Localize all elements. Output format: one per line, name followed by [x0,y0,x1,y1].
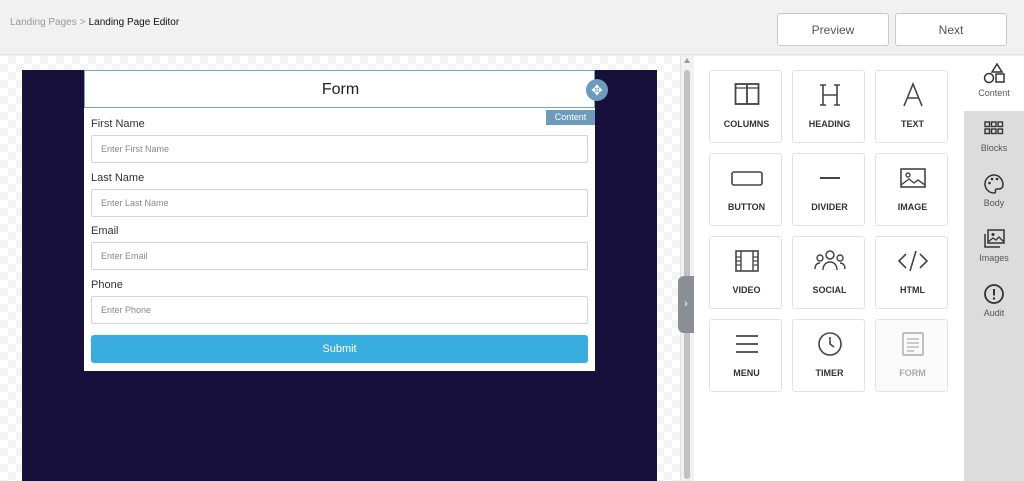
email-field[interactable] [91,242,588,270]
form-icon [876,331,949,357]
tool-text-label: TEXT [900,119,924,129]
form-block[interactable]: Form [84,70,595,371]
breadcrumb-separator: > [79,17,86,28]
move-arrows-icon[interactable]: ✥ [586,79,608,101]
button-icon [710,165,783,191]
tab-images-label: Images [979,253,1009,263]
preview-button[interactable]: Preview [777,13,889,46]
tab-blocks-label: Blocks [980,143,1008,153]
image-icon [876,165,949,191]
last-name-field[interactable] [91,189,588,217]
timer-icon [793,331,866,357]
side-tabs: Content Blocks Body Images Audit [964,56,1024,481]
tools-panel: COLUMNS HEADING TEXT BUTTON DIVIDER IMAG… [694,56,964,481]
menu-icon [710,331,783,357]
tool-image[interactable]: IMAGE [875,153,948,226]
canvas-scrollbar[interactable] [680,56,693,481]
scroll-up-icon[interactable] [684,58,690,63]
breadcrumb-parent[interactable]: Landing Pages [10,17,77,28]
phone-field[interactable] [91,296,588,324]
tool-video[interactable]: VIDEO [709,236,782,309]
tab-body[interactable]: Body [964,166,1024,221]
columns-icon [710,82,783,108]
tool-heading-label: HEADING [808,119,851,129]
email-label: Email [91,225,119,237]
collapse-panel-tab[interactable]: › [678,276,694,333]
divider-icon [793,165,866,191]
code-icon [876,248,949,274]
chevron-right-icon: › [684,298,688,310]
social-icon [793,248,866,274]
scroll-thumb[interactable] [684,70,690,479]
tab-audit-label: Audit [983,308,1005,318]
form-title-row[interactable]: Form [84,70,595,108]
alert-icon [964,283,1024,305]
tool-social[interactable]: SOCIAL [792,236,865,309]
text-icon [876,81,949,108]
tool-divider[interactable]: DIVIDER [792,153,865,226]
form-title: Form [321,81,360,98]
top-bar: Landing Pages > Landing Page Editor Previe… [0,0,1024,55]
breadcrumb: Landing Pages > Landing Page Editor [10,17,179,28]
tool-heading[interactable]: HEADING [792,70,865,143]
tool-columns[interactable]: COLUMNS [709,70,782,143]
phone-label: Phone [91,279,123,291]
palette-icon [964,173,1024,195]
first-name-field[interactable] [91,135,588,163]
tool-html[interactable]: HTML [875,236,948,309]
tool-menu[interactable]: MENU [709,319,782,392]
images-icon [964,228,1024,250]
breadcrumb-current: Landing Page Editor [88,17,180,28]
last-name-label: Last Name [91,172,145,184]
tool-divider-label: DIVIDER [811,202,848,212]
shapes-icon [964,62,1024,85]
content-badge: Content [546,110,595,125]
tool-form-label: FORM [899,368,926,378]
tool-timer[interactable]: TIMER [792,319,865,392]
tool-button[interactable]: BUTTON [709,153,782,226]
video-icon [710,248,783,274]
editor-canvas: Form ✥ Content First Name Last Name Emai… [0,56,680,481]
tool-form[interactable]: FORM [875,319,948,392]
grid-icon [964,118,1024,140]
tool-image-label: IMAGE [897,202,928,212]
tool-button-label: BUTTON [727,202,766,212]
first-name-label: First Name [91,118,145,130]
heading-icon [793,82,866,108]
tab-body-label: Body [983,198,1005,208]
tool-social-label: SOCIAL [812,285,847,295]
tool-columns-label: COLUMNS [723,119,770,129]
tool-video-label: VIDEO [732,285,761,295]
tool-timer-label: TIMER [815,368,844,378]
tab-images[interactable]: Images [964,221,1024,276]
tool-menu-label: MENU [733,368,760,378]
tool-text[interactable]: TEXT [875,70,948,143]
tab-content[interactable]: Content [964,56,1024,111]
submit-button[interactable]: Submit [91,335,588,363]
tab-content-label: Content [978,88,1010,98]
next-button[interactable]: Next [895,13,1007,46]
tab-audit[interactable]: Audit [964,276,1024,331]
tab-blocks[interactable]: Blocks [964,111,1024,166]
tool-html-label: HTML [900,285,925,295]
